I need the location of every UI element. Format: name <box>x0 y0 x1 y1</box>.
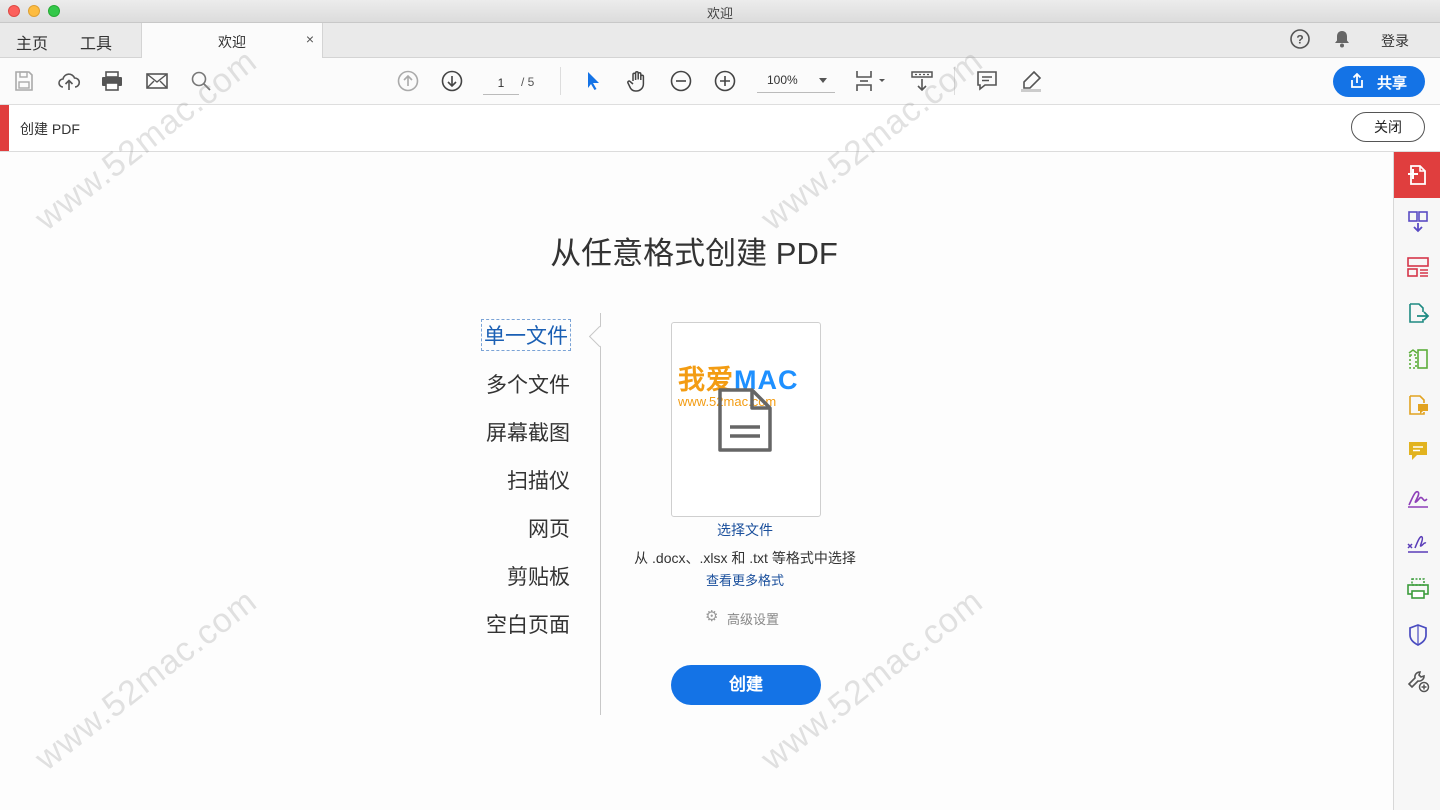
source-single-file[interactable]: 单一文件 <box>481 319 571 351</box>
close-tab-icon[interactable]: × <box>306 31 314 47</box>
save-icon[interactable] <box>12 69 36 93</box>
source-web-page[interactable]: 网页 <box>528 513 570 543</box>
tool-name: 创建 PDF <box>20 121 80 137</box>
fit-page-icon[interactable] <box>853 69 887 93</box>
more-tools-icon[interactable] <box>1394 658 1440 704</box>
gear-icon: ⚙ <box>705 608 719 625</box>
help-icon[interactable]: ? <box>1289 28 1311 55</box>
page-total: / 5 <box>521 75 535 89</box>
main-toolbar: / 5 100% 共享 <box>0 58 1440 105</box>
toolbar-divider <box>954 67 955 95</box>
create-button[interactable]: 创建 <box>671 665 821 705</box>
tool-color-bar <box>0 105 9 151</box>
share-button-label: 共享 <box>1377 75 1408 92</box>
export-pdf-icon[interactable] <box>1394 290 1440 336</box>
next-page-icon[interactable] <box>440 69 464 93</box>
create-pdf-icon[interactable] <box>1394 152 1440 198</box>
fill-sign-icon[interactable] <box>1394 474 1440 520</box>
page-title: 从任意格式创建 PDF <box>550 236 838 271</box>
tab-document-welcome[interactable]: 欢迎 × <box>141 23 323 58</box>
login-link[interactable]: 登录 <box>1381 31 1409 51</box>
select-cursor-icon[interactable] <box>581 69 605 93</box>
zoom-value: 100% <box>767 73 798 87</box>
window-title: 欢迎 <box>706 6 733 21</box>
combine-files-icon[interactable] <box>1394 198 1440 244</box>
protect-icon[interactable] <box>1394 612 1440 658</box>
source-multiple-files[interactable]: 多个文件 <box>486 369 570 399</box>
choose-file-link[interactable]: 选择文件 <box>671 520 819 540</box>
source-scanner[interactable]: 扫描仪 <box>507 465 570 495</box>
zoom-out-icon[interactable] <box>669 69 693 93</box>
document-icon <box>717 387 773 458</box>
source-screenshot[interactable]: 屏幕截图 <box>486 417 570 447</box>
tool-header: 创建 PDF 关闭 <box>0 105 1440 152</box>
search-icon[interactable] <box>189 69 213 93</box>
window-title-bar: 欢迎 <box>0 0 1440 23</box>
selection-pointer <box>588 325 611 348</box>
svg-text:?: ? <box>1296 33 1303 47</box>
zoom-select[interactable]: 100% <box>757 70 835 93</box>
tab-tools[interactable]: 工具 <box>80 30 112 54</box>
source-blank-page[interactable]: 空白页面 <box>486 609 570 639</box>
more-formats-link[interactable]: 查看更多格式 <box>671 570 819 589</box>
edit-pdf-icon[interactable] <box>1394 336 1440 382</box>
formats-description: 从 .docx、.xlsx 和 .txt 等格式中选择 <box>634 550 856 566</box>
print-icon[interactable] <box>100 69 124 93</box>
previous-page-icon[interactable] <box>396 69 420 93</box>
email-icon[interactable] <box>145 69 169 93</box>
share-icon <box>1351 73 1363 88</box>
zoom-in-icon[interactable] <box>713 69 737 93</box>
chevron-down-icon <box>819 78 827 83</box>
comment-tool-icon[interactable] <box>1394 428 1440 474</box>
notification-bell-icon[interactable] <box>1331 28 1353 55</box>
send-signature-icon[interactable] <box>1394 520 1440 566</box>
source-divider <box>600 313 601 715</box>
tab-home[interactable]: 主页 <box>16 30 48 54</box>
hand-tool-icon[interactable] <box>625 69 649 93</box>
advanced-settings-label: 高级设置 <box>727 612 780 627</box>
comment-icon[interactable] <box>975 69 999 93</box>
right-tools-panel <box>1393 152 1440 810</box>
scroll-mode-icon[interactable] <box>910 69 934 93</box>
highlight-pen-icon[interactable] <box>1019 69 1043 93</box>
organize-pages-icon[interactable] <box>1394 244 1440 290</box>
watermark-text: www.52mac.com <box>28 581 265 778</box>
share-button[interactable]: 共享 <box>1333 66 1425 97</box>
toolbar-divider <box>560 67 561 95</box>
comment-file-icon[interactable] <box>1394 382 1440 428</box>
page-number-input[interactable] <box>483 72 519 95</box>
doc-tab-label: 欢迎 <box>218 34 246 50</box>
source-clipboard[interactable]: 剪贴板 <box>507 561 570 591</box>
close-tool-button[interactable]: 关闭 <box>1351 112 1425 142</box>
tab-bar: 主页 工具 欢迎 × ? 登录 <box>0 23 1440 58</box>
upload-cloud-icon[interactable] <box>57 69 81 93</box>
print-production-icon[interactable] <box>1394 566 1440 612</box>
